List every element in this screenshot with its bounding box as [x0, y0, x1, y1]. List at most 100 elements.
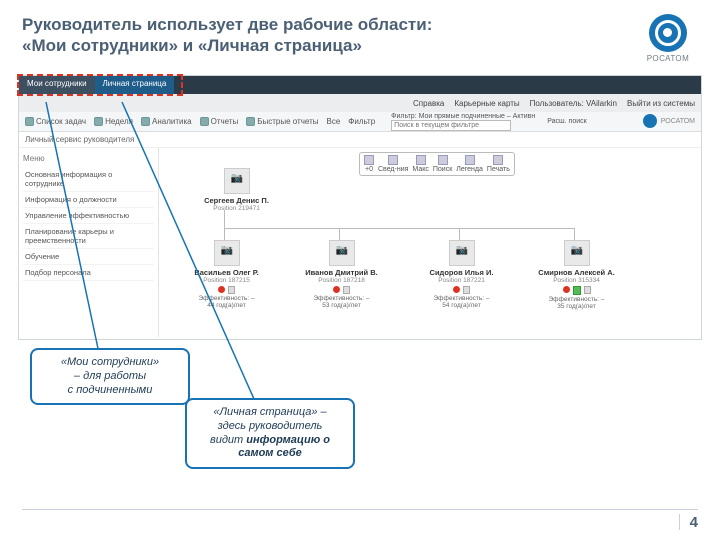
document-icon	[343, 286, 350, 294]
employee-position: Position 315334	[529, 277, 624, 284]
avatar-placeholder	[449, 240, 475, 266]
employee-position: Position 187221	[414, 277, 509, 284]
effectiveness-label: Эффективность: –	[414, 295, 509, 302]
org-card-child[interactable]: Иванов Дмитрий В. Position 187218 Эффект…	[294, 240, 389, 309]
employee-name: Иванов Дмитрий В.	[294, 268, 389, 277]
link-advanced-search[interactable]: Расш. поиск	[547, 118, 587, 125]
green-bar-icon	[573, 286, 581, 295]
tool-task-list[interactable]: Список задач	[25, 117, 86, 126]
rosatom-logo-text: РОСАТОМ	[638, 54, 698, 63]
effectiveness-label: Эффективность: –	[294, 295, 389, 302]
sidebar-item-training[interactable]: Обучение	[23, 249, 154, 265]
ctrl-max[interactable]: Макс	[412, 155, 428, 173]
employee-position: Position 187218	[294, 277, 389, 284]
rosatom-mini-text: РОСАТОМ	[661, 118, 695, 125]
slide-title: Руководитель использует две рабочие обла…	[22, 14, 638, 57]
sidebar-item-recruitment[interactable]: Подбор персонала	[23, 265, 154, 281]
tool-filter[interactable]: Фильтр	[348, 117, 375, 126]
tool-quick-reports[interactable]: Быстрые отчеты	[246, 117, 318, 126]
user-label: Пользователь: VAilarkin	[530, 99, 617, 108]
rosatom-logo: РОСАТОМ	[638, 14, 698, 63]
status-red-icon	[333, 286, 340, 293]
callout-text: «Мои сотрудники»	[61, 356, 159, 368]
callout-text: «Личная страница» –	[213, 406, 326, 418]
employee-position: Position 219471	[194, 205, 279, 212]
link-logout[interactable]: Выйти из системы	[627, 99, 695, 108]
sidebar-item-performance[interactable]: Управление эффективностью	[23, 208, 154, 224]
expand-icon	[364, 155, 374, 165]
avatar-placeholder	[564, 240, 590, 266]
tree-connector	[224, 228, 225, 240]
employee-name: Сидоров Илья И.	[414, 268, 509, 277]
link-help[interactable]: Справка	[413, 99, 444, 108]
slide-title-l2: «Мои сотрудники» и «Личная страница»	[22, 36, 362, 55]
ctrl-expand[interactable]: +0	[364, 155, 374, 173]
callout-text: с подчиненными	[68, 384, 153, 396]
tree-connector	[574, 228, 575, 240]
filter-description: Фильтр: Мои прямые подчиненные – Активн	[391, 113, 535, 120]
tree-connector	[459, 228, 460, 240]
tree-connector	[224, 210, 225, 228]
callout-my-staff: «Мои сотрудники» – для работы с подчинен…	[30, 348, 190, 405]
slide-footer: 4	[22, 509, 698, 530]
info-icon	[388, 155, 398, 165]
mini-logo: РОСАТОМ	[643, 114, 695, 128]
slide-title-l1: Руководитель использует две рабочие обла…	[22, 15, 432, 34]
sidebar-header: Меню	[23, 152, 154, 167]
callout-text-bold: информацию о самом себе	[238, 434, 330, 460]
employee-name: Васильев Олег Р.	[179, 268, 274, 277]
age-label: 44 год(а)/лет	[179, 302, 274, 309]
document-icon	[228, 286, 235, 294]
ctrl-search[interactable]: Поиск	[433, 155, 452, 173]
rosatom-mini-icon	[643, 114, 657, 128]
org-card-child[interactable]: Васильев Олег Р. Position 187215 Эффекти…	[179, 240, 274, 309]
avatar-placeholder	[224, 168, 250, 194]
legend-icon	[465, 155, 475, 165]
list-icon	[25, 117, 34, 126]
employee-name: Смирнов Алексей А.	[529, 268, 624, 277]
tree-connector	[339, 228, 340, 240]
org-card-root[interactable]: Сергеев Денис П. Position 219471	[194, 168, 279, 212]
app-screenshot: Мои сотрудники Личная страница Справка К…	[18, 75, 702, 340]
print-icon	[493, 155, 503, 165]
status-red-icon	[563, 286, 570, 293]
callout-personal-page: «Личная страница» – здесь руководитель в…	[185, 398, 355, 469]
ctrl-print[interactable]: Печать	[487, 155, 510, 173]
tool-all[interactable]: Все	[327, 117, 341, 126]
link-career-maps[interactable]: Карьерные карты	[454, 99, 519, 108]
toolbar: Список задач Неделя Аналитика Отчеты Быс…	[19, 112, 701, 132]
workspace-tabs: Мои сотрудники Личная страница	[19, 76, 701, 94]
tab-my-staff[interactable]: Мои сотрудники	[19, 76, 95, 94]
tool-week[interactable]: Неделя	[94, 117, 133, 126]
ctrl-legend[interactable]: Легенда	[456, 155, 483, 173]
page-number: 4	[679, 514, 698, 530]
tab-personal-page[interactable]: Личная страница	[95, 76, 175, 94]
status-red-icon	[453, 286, 460, 293]
ctrl-details[interactable]: Свед-ния	[378, 155, 408, 173]
effectiveness-label: Эффективность: –	[179, 295, 274, 302]
calendar-icon	[94, 117, 103, 126]
sidebar-item-career-planning[interactable]: Планирование карьеры и преемственности	[23, 224, 154, 249]
search-icon	[438, 155, 448, 165]
tree-connector	[224, 228, 574, 229]
employee-position: Position 187215	[179, 277, 274, 284]
callout-text: видит	[210, 434, 246, 446]
org-card-child[interactable]: Смирнов Алексей А. Position 315334 Эффек…	[529, 240, 624, 310]
tool-analytics[interactable]: Аналитика	[141, 117, 192, 126]
maximize-icon	[416, 155, 426, 165]
rosatom-logo-icon	[649, 14, 687, 52]
sidebar-item-position-info[interactable]: Информация о должности	[23, 192, 154, 208]
filter-search-input[interactable]	[391, 120, 511, 131]
document-icon	[463, 286, 470, 294]
avatar-placeholder	[214, 240, 240, 266]
callout-text: здесь руководитель	[218, 420, 323, 432]
callout-text: – для работы	[74, 370, 146, 382]
age-label: 54 год(а)/лет	[414, 302, 509, 309]
status-red-icon	[218, 286, 225, 293]
sidebar-menu: Меню Основная информация о сотруднике Ин…	[19, 148, 159, 337]
org-chart-area: +0 Свед-ния Макс Поиск Легенда Печать Се…	[159, 148, 701, 337]
org-card-child[interactable]: Сидоров Илья И. Position 187221 Эффектив…	[414, 240, 509, 309]
tool-reports[interactable]: Отчеты	[200, 117, 239, 126]
doc-icon	[200, 117, 209, 126]
sidebar-item-basic-info[interactable]: Основная информация о сотруднике	[23, 167, 154, 192]
